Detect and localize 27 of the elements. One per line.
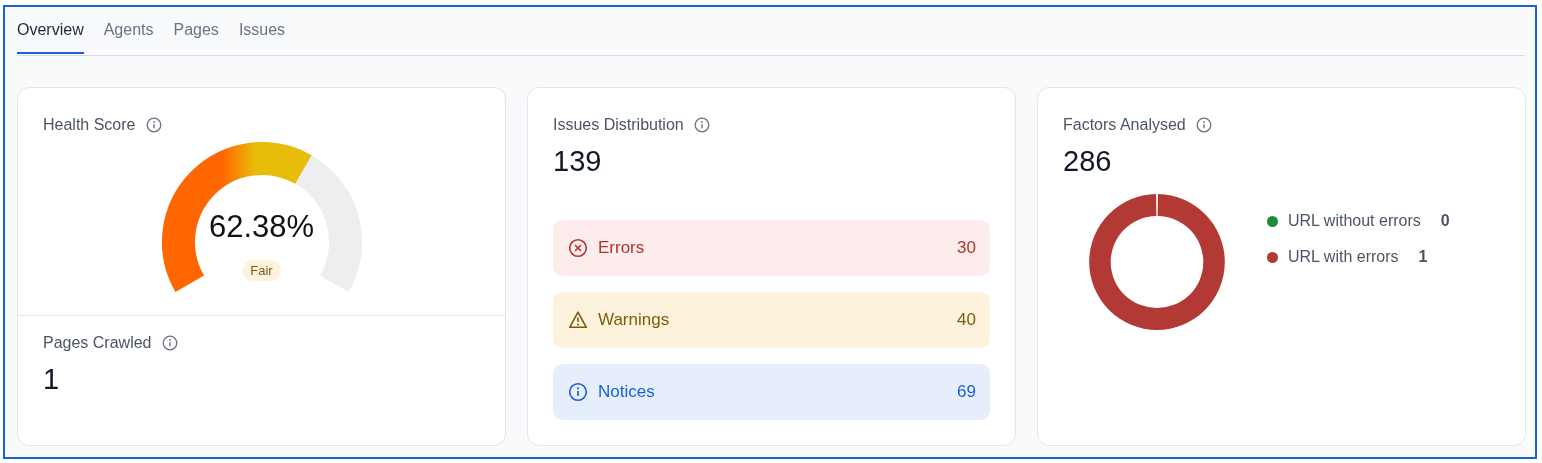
legend-value: 1 — [1418, 248, 1428, 266]
legend-value: 0 — [1440, 212, 1450, 230]
info-icon[interactable] — [161, 335, 178, 351]
info-icon — [568, 382, 588, 402]
info-icon[interactable] — [145, 117, 162, 133]
tab[interactable]: Issues — [238, 7, 286, 54]
score-value: 62.38% — [207, 209, 316, 245]
card-title: Factors Analysed — [1063, 116, 1186, 134]
legend-label: URL without errors — [1288, 212, 1421, 230]
issue-row[interactable]: Notices 69 — [553, 364, 990, 420]
card-title: Pages Crawled — [43, 334, 152, 352]
issue-row[interactable]: Errors 30 — [553, 220, 990, 276]
info-icon[interactable] — [693, 117, 710, 133]
warning-icon — [568, 310, 588, 330]
legend-label: URL with errors — [1288, 248, 1399, 266]
error-icon — [568, 238, 588, 258]
card-title: Issues Distribution — [553, 116, 684, 134]
issue-row[interactable]: Warnings 40 — [553, 292, 990, 348]
factors-total: 286 — [1063, 144, 1113, 178]
tab[interactable]: Pages — [173, 7, 219, 54]
issues-total: 139 — [553, 144, 603, 178]
tab[interactable]: Overview — [17, 7, 84, 54]
pages-crawled-value: 1 — [43, 362, 61, 396]
info-icon[interactable] — [1195, 117, 1212, 133]
rating-badge: Fair — [242, 260, 281, 281]
tab[interactable]: Agents — [103, 7, 154, 54]
card-title: Health Score — [43, 116, 136, 134]
